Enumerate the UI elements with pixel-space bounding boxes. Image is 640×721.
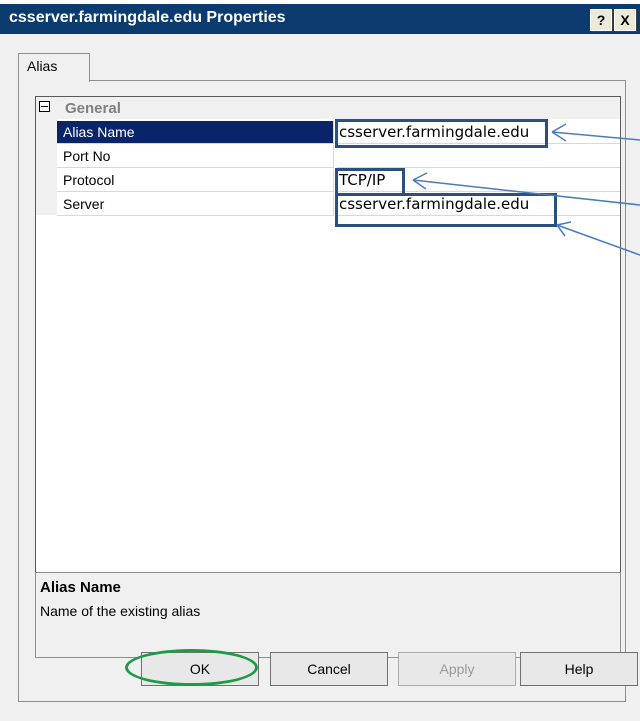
ok-button[interactable]: OK <box>141 652 259 686</box>
tab-alias[interactable]: Alias <box>18 53 90 82</box>
alias-name-highlight-box <box>335 119 548 148</box>
property-name: Server <box>57 193 334 216</box>
collapse-icon[interactable] <box>39 101 50 112</box>
title-bar: csserver.farmingdale.edu Properties ? X <box>0 4 640 34</box>
port-no-value[interactable] <box>337 145 620 168</box>
apply-button[interactable]: Apply <box>398 652 516 686</box>
property-row-port-no[interactable]: Port No <box>57 145 620 169</box>
close-title-button[interactable]: X <box>614 9 636 31</box>
protocol-highlight-box <box>335 168 405 196</box>
category-label: General <box>65 100 121 117</box>
properties-dialog: csserver.farmingdale.edu Properties ? X … <box>0 4 640 721</box>
description-title: Alias Name <box>40 579 121 596</box>
category-general[interactable]: General <box>36 97 620 119</box>
cancel-button[interactable]: Cancel <box>270 652 388 686</box>
description-pane: Alias Name Name of the existing alias <box>35 572 621 658</box>
property-name: Port No <box>57 145 334 168</box>
property-name: Alias Name <box>57 121 334 144</box>
property-name: Protocol <box>57 169 334 192</box>
help-title-button[interactable]: ? <box>590 9 612 31</box>
dialog-title: csserver.farmingdale.edu Properties <box>9 9 286 26</box>
server-highlight-box <box>335 193 557 227</box>
property-grid: General Alias Name csserver.farmingdale.… <box>35 96 621 575</box>
tab-alias-label: Alias <box>27 58 58 74</box>
grid-margin <box>36 119 57 215</box>
help-button[interactable]: Help <box>520 652 638 686</box>
description-text: Name of the existing alias <box>40 603 201 619</box>
